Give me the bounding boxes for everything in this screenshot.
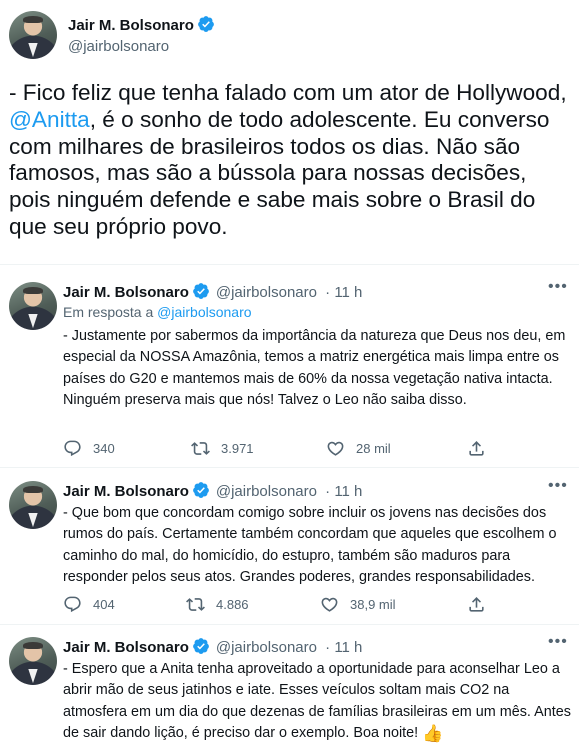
- author-name[interactable]: Jair M. Bolsonaro: [63, 483, 189, 500]
- author-name[interactable]: Jair M. Bolsonaro: [68, 17, 194, 34]
- author-avatar[interactable]: [9, 282, 57, 330]
- author-avatar[interactable]: [9, 481, 57, 529]
- share-icon: [469, 597, 484, 612]
- more-options-icon[interactable]: •••: [548, 278, 568, 296]
- author-handle[interactable]: @jairbolsonaro: [216, 483, 317, 500]
- author-handle[interactable]: @jairbolsonaro: [216, 639, 317, 656]
- like-count: 28 mil: [356, 441, 391, 456]
- share-icon: [469, 441, 484, 456]
- tweet-time[interactable]: · 11 h: [325, 284, 362, 301]
- tweet-text: - Fico feliz que tenha falado com um ato…: [9, 80, 574, 241]
- like-button[interactable]: 38,9 mil: [320, 595, 396, 614]
- heart-icon: [321, 597, 338, 612]
- retweet-icon: [191, 442, 210, 455]
- verified-badge-icon: [197, 16, 214, 32]
- author-name[interactable]: Jair M. Bolsonaro: [63, 284, 189, 301]
- verified-badge-icon: [192, 638, 209, 654]
- divider: [0, 467, 579, 468]
- tweet-text: - Que bom que concordam comigo sobre inc…: [63, 505, 557, 585]
- tweet-header: Jair M. Bolsonaro @jairbolsonaro · 11 h: [63, 481, 362, 500]
- heart-icon: [327, 441, 344, 456]
- reply-count: 340: [93, 441, 115, 456]
- tweet-actions: 340 3.971 28 mil: [63, 439, 573, 459]
- tweet-text-part: , é o sonho de todo adolescente. Eu conv…: [9, 106, 550, 239]
- reply-button[interactable]: 404: [63, 595, 115, 614]
- in-reply-to: Em resposta a @jairbolsonaro: [63, 304, 252, 320]
- tweet-text: - Justamente por sabermos da importância…: [63, 328, 566, 408]
- tweet-time[interactable]: · 11 h: [325, 639, 362, 656]
- author-avatar[interactable]: [9, 11, 57, 59]
- mention-link[interactable]: @Anitta: [9, 107, 90, 132]
- reply-icon: [64, 440, 81, 457]
- retweet-icon: [186, 598, 205, 611]
- author-name-row[interactable]: Jair M. Bolsonaro: [68, 15, 215, 34]
- tweet-text-part: - Espero que a Anita tenha aproveitado a…: [63, 661, 571, 741]
- tweet-header: Jair M. Bolsonaro @jairbolsonaro · 11 h: [63, 282, 362, 301]
- more-options-icon[interactable]: •••: [548, 477, 568, 495]
- author-avatar[interactable]: [9, 637, 57, 685]
- in-reply-to-link[interactable]: @jairbolsonaro: [157, 304, 251, 320]
- in-reply-to-label: Em resposta a: [63, 304, 158, 320]
- author-handle[interactable]: @jairbolsonaro: [68, 38, 169, 55]
- tweet-actions: 404 4.886 38,9 mil: [63, 595, 573, 615]
- divider: [0, 624, 579, 625]
- share-button[interactable]: [467, 439, 497, 458]
- retweet-count: 3.971: [221, 441, 254, 456]
- verified-badge-icon: [192, 482, 209, 498]
- retweet-button[interactable]: 3.971: [191, 439, 254, 458]
- retweet-button[interactable]: 4.886: [186, 595, 249, 614]
- tweet-time[interactable]: · 11 h: [325, 483, 362, 500]
- tweet-header: Jair M. Bolsonaro @jairbolsonaro · 11 h: [63, 637, 362, 656]
- like-button[interactable]: 28 mil: [326, 439, 391, 458]
- divider: [0, 264, 579, 265]
- thumbs-up-emoji: 👍: [422, 723, 444, 743]
- tweet-text-part: - Fico feliz que tenha falado com um ato…: [9, 80, 567, 105]
- reply-button[interactable]: 340: [63, 439, 115, 458]
- reply-count: 404: [93, 597, 115, 612]
- like-count: 38,9 mil: [350, 597, 396, 612]
- author-name[interactable]: Jair M. Bolsonaro: [63, 639, 189, 656]
- author-handle[interactable]: @jairbolsonaro: [216, 284, 317, 301]
- retweet-count: 4.886: [216, 597, 249, 612]
- more-options-icon[interactable]: •••: [548, 633, 568, 651]
- share-button[interactable]: [467, 595, 497, 614]
- reply-icon: [64, 596, 81, 613]
- verified-badge-icon: [192, 283, 209, 299]
- tweet-text: - Espero que a Anita tenha aproveitado a…: [63, 659, 573, 744]
